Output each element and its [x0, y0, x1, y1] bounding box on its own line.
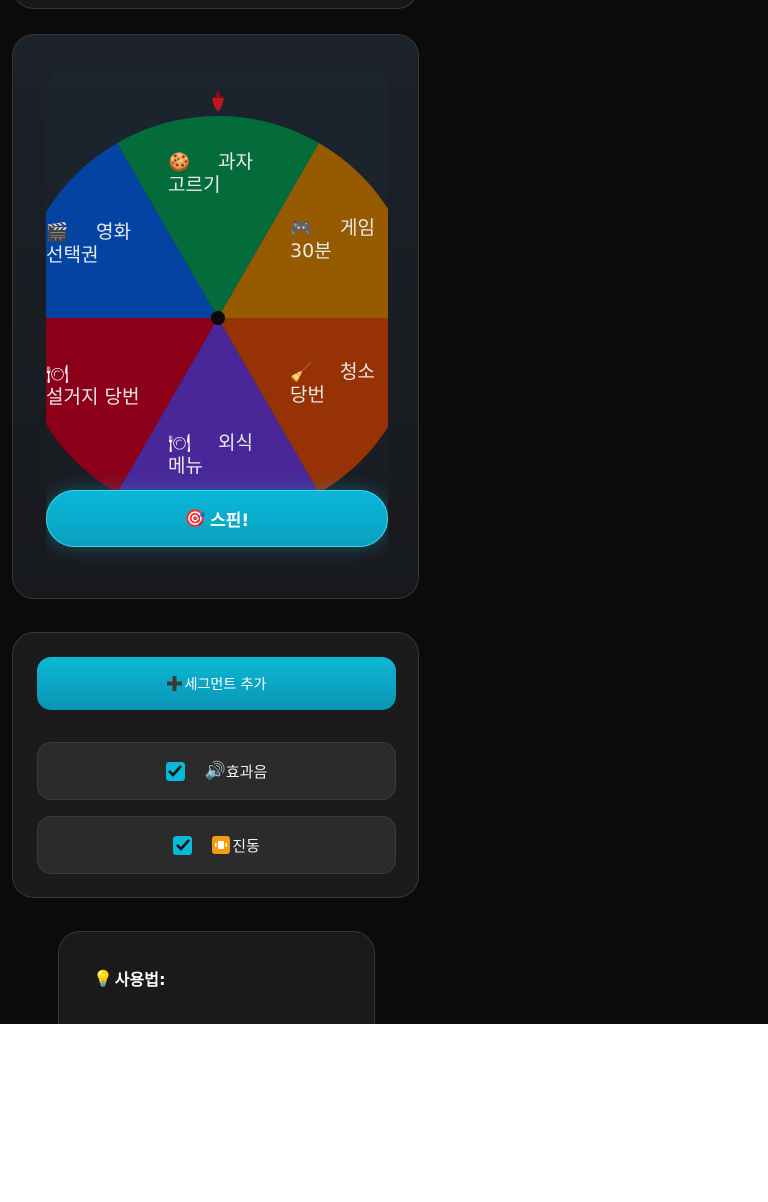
add-segment-button[interactable]: 세그먼트 추가 [37, 657, 396, 710]
check-icon [175, 839, 190, 851]
plus-icon [166, 676, 182, 691]
check-icon [168, 765, 183, 777]
segment-label-line1: 영화 [96, 221, 131, 243]
segment-label-line2: 30분 [290, 240, 332, 262]
segment-label-line1: 외식 [218, 432, 253, 454]
broom-icon: 🧹 [290, 361, 312, 383]
sound-checkbox[interactable] [165, 761, 185, 781]
segment-label-line2: 메뉴 [168, 455, 203, 477]
sound-toggle[interactable]: 🔊 효과음 [37, 742, 396, 800]
wheel-card: 🍪 과자 고르기 🎮 게임 30분 🧹 청소 당번 🍽 외식 메뉴 🍽 설거지 당번 🎬 영화 선택권 🎯 스핀… [12, 34, 419, 599]
spin-button[interactable]: 🎯 스핀! [46, 490, 388, 547]
segment-label-line1: 게임 [340, 217, 375, 239]
segment-label-line1: 과자 [218, 151, 253, 173]
vibration-label: 진동 [232, 836, 260, 855]
segment-label-line1: 청소 [340, 361, 375, 383]
app-viewport: 🍪 과자 고르기 🎮 게임 30분 🧹 청소 당번 🍽 외식 메뉴 🍽 설거지 당번 🎬 영화 선택권 🎯 스핀… [0, 0, 768, 1024]
segment-label-line2: 설거지 당번 [46, 386, 139, 408]
sound-label: 효과음 [225, 762, 268, 781]
segment-label-line2: 당번 [290, 384, 325, 406]
wheel-pointer-icon [212, 90, 224, 112]
clapper-icon: 🎬 [46, 221, 68, 243]
wheel-hub [211, 311, 225, 325]
help-title: 💡 사용법: [93, 966, 165, 990]
vibrate-icon [212, 836, 231, 854]
target-icon: 🎯 [184, 508, 207, 529]
spin-button-label: 스핀! [210, 511, 250, 531]
plate-icon: 🍽 [168, 433, 191, 454]
help-title-text: 사용법: [114, 970, 166, 989]
lightbulb-icon: 💡 [93, 968, 113, 988]
gamepad-icon: 🎮 [290, 218, 312, 239]
dishes-icon: 🍽 [46, 364, 69, 385]
add-segment-label: 세그먼트 추가 [184, 676, 267, 693]
help-card: 💡 사용법: [58, 931, 375, 1024]
wheel-panel: 🍪 과자 고르기 🎮 게임 30분 🧹 청소 당번 🍽 외식 메뉴 🍽 설거지 당번 🎬 영화 선택권 🎯 스핀… [46, 68, 388, 567]
previous-card [12, 0, 419, 9]
controls-card: 세그먼트 추가 🔊 효과음 진동 [12, 632, 419, 898]
segment-label-line2: 고르기 [168, 174, 220, 196]
segment-label-line2: 선택권 [46, 244, 98, 266]
vibration-toggle[interactable]: 진동 [37, 816, 396, 874]
vibration-checkbox[interactable] [173, 835, 193, 855]
speaker-icon: 🔊 [204, 761, 226, 781]
cookie-icon: 🍪 [168, 151, 190, 173]
